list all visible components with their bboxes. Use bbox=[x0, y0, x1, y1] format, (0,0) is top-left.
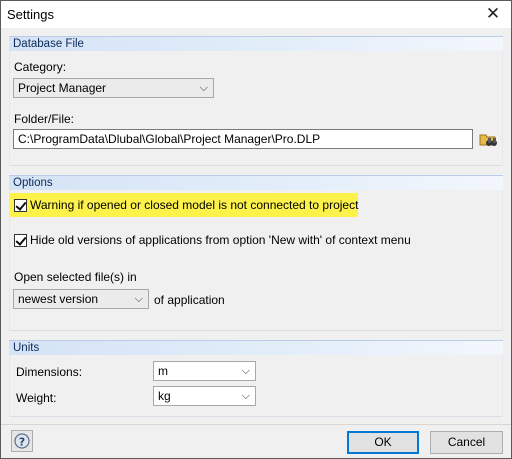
open-in-label: Open selected file(s) in bbox=[14, 270, 137, 284]
weight-label: Weight: bbox=[16, 391, 57, 405]
folder-binoculars-icon bbox=[479, 134, 497, 146]
folder-file-value: C:\ProgramData\Dlubal\Global\Project Man… bbox=[18, 132, 321, 146]
chevron-down-icon: ⌵ bbox=[199, 82, 208, 94]
category-value: Project Manager bbox=[18, 81, 107, 95]
dimensions-value: m bbox=[158, 364, 168, 378]
dimensions-select[interactable]: m ⌵ bbox=[153, 361, 256, 381]
open-version-value: newest version bbox=[18, 292, 99, 306]
footer-separator bbox=[1, 424, 511, 425]
help-button[interactable]: ? bbox=[11, 430, 33, 452]
category-select[interactable]: Project Manager ⌵ bbox=[13, 78, 214, 98]
ok-button[interactable]: OK bbox=[347, 431, 419, 454]
units-group: Dimensions: m ⌵ Weight: kg ⌵ bbox=[9, 355, 503, 417]
chevron-down-icon: ⌵ bbox=[241, 365, 250, 377]
hide-old-versions-label: Hide old versions of applications from o… bbox=[30, 233, 411, 247]
options-group: Warning if opened or closed model is not… bbox=[9, 190, 503, 331]
units-title: Units bbox=[13, 342, 40, 354]
chevron-down-icon: ⌵ bbox=[241, 390, 250, 402]
of-application-label: of application bbox=[154, 293, 225, 307]
warning-checkbox[interactable] bbox=[14, 199, 27, 212]
dimensions-label: Dimensions: bbox=[16, 365, 83, 379]
warning-label: Warning if opened or closed model is not… bbox=[30, 198, 359, 212]
cancel-button[interactable]: Cancel bbox=[430, 431, 503, 454]
category-label: Category: bbox=[14, 60, 67, 74]
open-version-select[interactable]: newest version ⌵ bbox=[13, 289, 149, 309]
window-title: Settings bbox=[7, 7, 54, 22]
browse-button[interactable] bbox=[478, 128, 500, 150]
hide-old-versions-checkbox[interactable] bbox=[14, 234, 27, 247]
options-header: Options bbox=[9, 175, 503, 190]
database-file-group: Category: Project Manager ⌵ Folder/File:… bbox=[9, 51, 503, 166]
title-bar: Settings ✕ bbox=[1, 1, 511, 28]
folder-file-input[interactable]: C:\ProgramData\Dlubal\Global\Project Man… bbox=[13, 129, 473, 149]
help-icon: ? bbox=[14, 433, 30, 449]
options-title: Options bbox=[13, 177, 53, 189]
database-file-header: Database File bbox=[9, 36, 503, 51]
svg-text:?: ? bbox=[19, 436, 25, 449]
close-icon[interactable]: ✕ bbox=[483, 4, 503, 24]
weight-select[interactable]: kg ⌵ bbox=[153, 386, 256, 406]
chevron-down-icon: ⌵ bbox=[134, 293, 143, 305]
settings-dialog: Settings ✕ Database File Category: Proje… bbox=[0, 0, 512, 459]
folder-label: Folder/File: bbox=[14, 112, 75, 126]
weight-value: kg bbox=[158, 389, 171, 403]
units-header: Units bbox=[9, 340, 503, 355]
database-file-title: Database File bbox=[13, 38, 84, 50]
